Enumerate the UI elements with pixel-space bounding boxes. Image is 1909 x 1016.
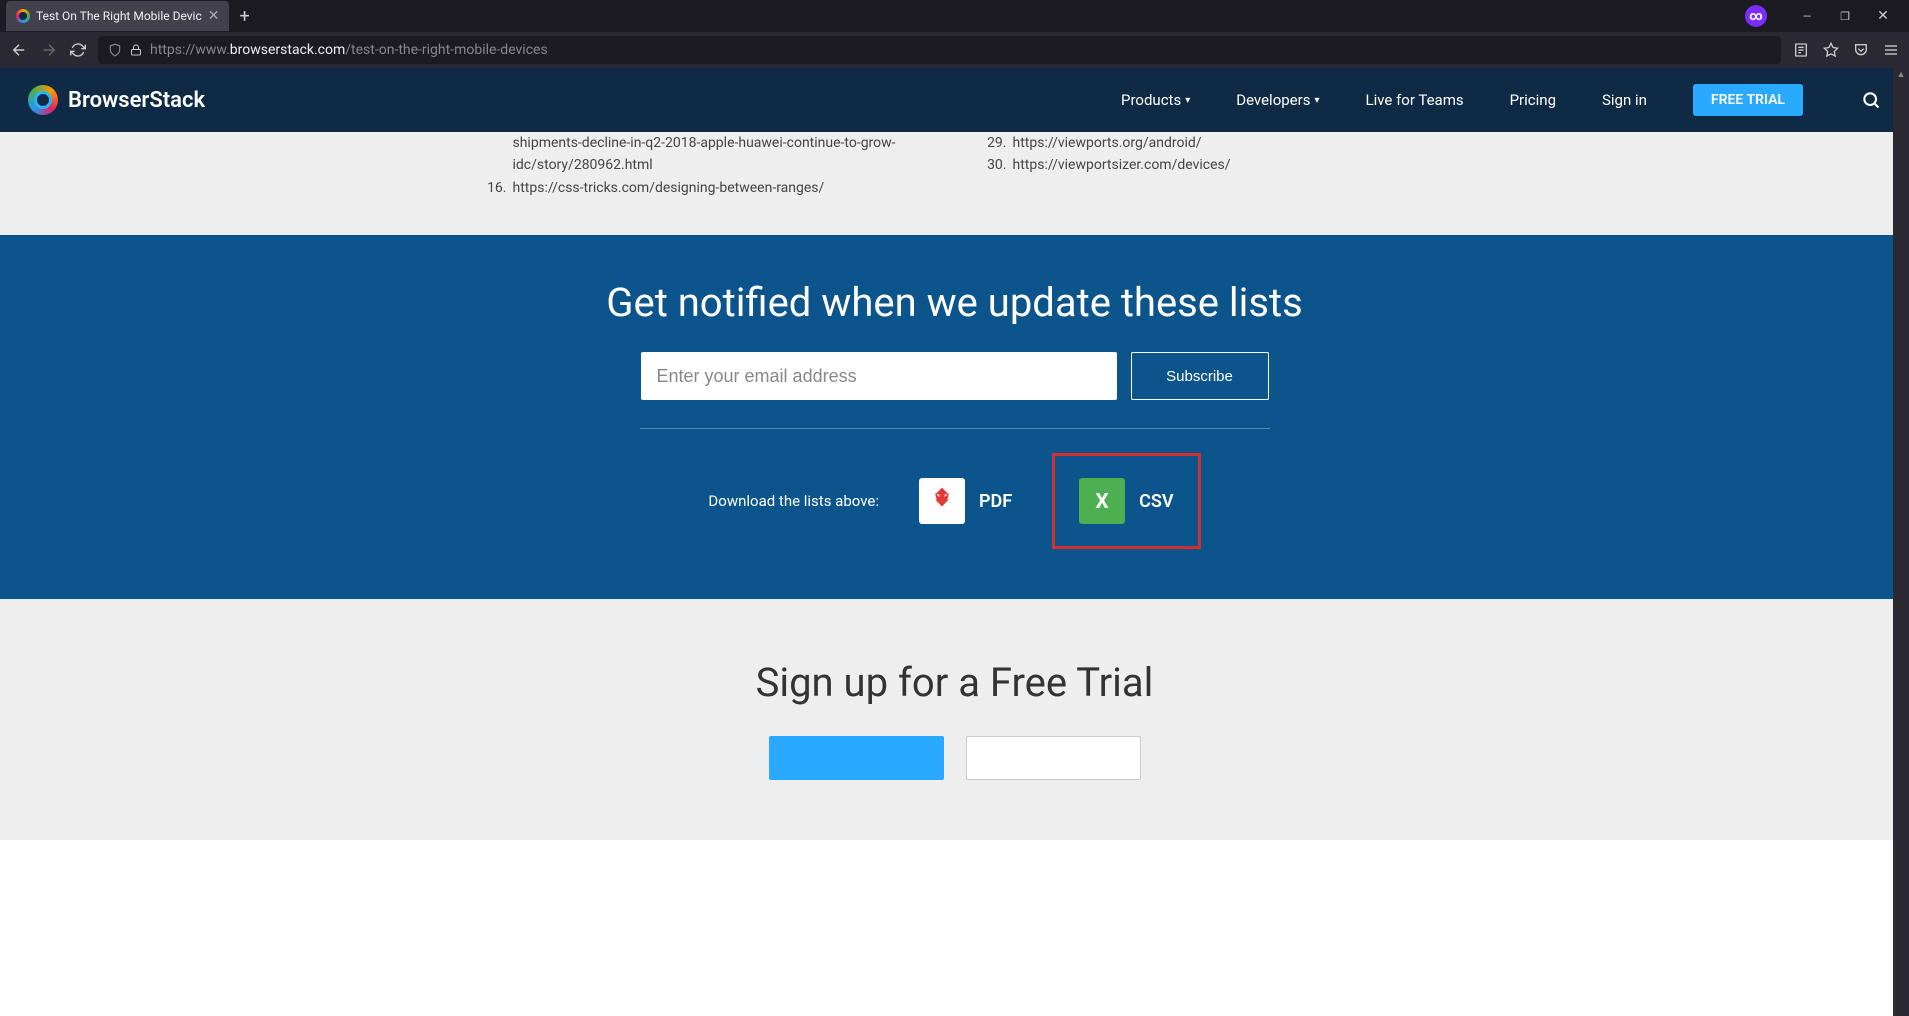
nav-right — [1793, 42, 1899, 58]
reader-icon[interactable] — [1793, 42, 1809, 58]
signup-section: Sign up for a Free Trial — [0, 599, 1909, 840]
notify-section: Get notified when we update these lists … — [0, 235, 1909, 599]
free-trial-button[interactable]: FREE TRIAL — [1693, 84, 1803, 116]
email-input[interactable] — [641, 352, 1117, 400]
browser-tab[interactable]: Test On The Right Mobile Devic ✕ — [6, 1, 229, 31]
subscribe-button[interactable]: Subscribe — [1131, 352, 1269, 400]
search-icon[interactable] — [1861, 90, 1881, 110]
signup-secondary-button[interactable] — [966, 736, 1141, 780]
scroll-up-icon[interactable]: ▲ — [1893, 68, 1909, 82]
reference-link[interactable]: https://css-tricks.com/designing-between… — [513, 177, 825, 199]
scrollbar[interactable]: ▲ — [1893, 68, 1909, 1016]
page-content: BrowserStack Products▾ Developers▾ Live … — [0, 68, 1909, 1016]
logo-icon — [28, 85, 58, 115]
pdf-icon — [919, 478, 965, 524]
nav-developers[interactable]: Developers▾ — [1236, 91, 1319, 109]
logo[interactable]: BrowserStack — [28, 85, 205, 115]
csv-label: CSV — [1139, 491, 1173, 512]
browser-chrome: Test On The Right Mobile Devic ✕ + ∞ — ❐… — [0, 0, 1909, 68]
notify-form: Subscribe — [0, 352, 1909, 400]
tab-favicon-icon — [16, 9, 30, 23]
site-header: BrowserStack Products▾ Developers▾ Live … — [0, 68, 1909, 132]
references-right-col: 29. https://viewports.org/android/ 30. h… — [985, 132, 1425, 199]
lock-icon — [130, 44, 142, 56]
reload-button[interactable] — [70, 42, 86, 58]
logo-text: BrowserStack — [68, 88, 205, 113]
download-pdf-button[interactable]: PDF — [919, 478, 1012, 524]
reference-link[interactable]: https://viewports.org/android/ — [1013, 132, 1202, 154]
extension-icon[interactable]: ∞ — [1745, 5, 1767, 27]
notify-heading: Get notified when we update these lists — [0, 279, 1909, 326]
nav-sign-in[interactable]: Sign in — [1602, 91, 1647, 109]
svg-text:X: X — [1095, 490, 1109, 514]
references-left-col: shipments-decline-in-q2-2018-apple-huawe… — [485, 132, 925, 199]
pdf-label: PDF — [979, 491, 1012, 512]
nav-live-teams[interactable]: Live for Teams — [1366, 91, 1464, 109]
signup-primary-button[interactable] — [769, 736, 944, 780]
nav-menu: Products▾ Developers▾ Live for Teams Pri… — [1121, 84, 1881, 116]
references-section: shipments-decline-in-q2-2018-apple-huawe… — [0, 132, 1909, 235]
divider — [640, 428, 1270, 429]
new-tab-button[interactable]: + — [239, 6, 249, 27]
signup-buttons — [0, 736, 1909, 780]
tab-title: Test On The Right Mobile Devic — [36, 9, 202, 23]
nav-products[interactable]: Products▾ — [1121, 91, 1190, 109]
chevron-down-icon: ▾ — [1185, 95, 1190, 106]
bookmark-icon[interactable] — [1823, 42, 1839, 58]
url-text: https://www.browserstack.com/test-on-the… — [150, 42, 548, 58]
download-label: Download the lists above: — [708, 492, 879, 510]
back-button[interactable] — [10, 41, 28, 59]
download-csv-button[interactable]: X CSV — [1052, 453, 1200, 549]
reference-item: shipments-decline-in-q2-2018-apple-huawe… — [485, 132, 925, 177]
pocket-icon[interactable] — [1853, 42, 1869, 58]
close-tab-icon[interactable]: ✕ — [208, 8, 220, 24]
reference-item: 30. https://viewportsizer.com/devices/ — [985, 154, 1425, 176]
maximize-icon[interactable]: ❐ — [1835, 10, 1855, 23]
url-bar[interactable]: https://www.browserstack.com/test-on-the… — [98, 36, 1781, 64]
download-row: Download the lists above: PDF X CSV — [0, 453, 1909, 549]
chevron-down-icon: ▾ — [1314, 95, 1319, 106]
signup-heading: Sign up for a Free Trial — [0, 659, 1909, 706]
reference-item: 29. https://viewports.org/android/ — [985, 132, 1425, 154]
nav-pricing[interactable]: Pricing — [1510, 91, 1556, 109]
menu-icon[interactable] — [1883, 42, 1899, 58]
minimize-icon[interactable]: — — [1797, 10, 1817, 23]
window-controls: ∞ — ❐ ✕ — [1745, 5, 1909, 27]
forward-button[interactable] — [40, 41, 58, 59]
reference-item: 16. https://css-tricks.com/designing-bet… — [485, 177, 925, 199]
close-window-icon[interactable]: ✕ — [1873, 8, 1893, 24]
shield-icon — [108, 43, 122, 57]
reference-link[interactable]: shipments-decline-in-q2-2018-apple-huawe… — [513, 132, 925, 177]
csv-icon: X — [1079, 478, 1125, 524]
tab-bar: Test On The Right Mobile Devic ✕ + ∞ — ❐… — [0, 0, 1909, 32]
nav-bar: https://www.browserstack.com/test-on-the… — [0, 32, 1909, 68]
reference-link[interactable]: https://viewportsizer.com/devices/ — [1013, 154, 1231, 176]
